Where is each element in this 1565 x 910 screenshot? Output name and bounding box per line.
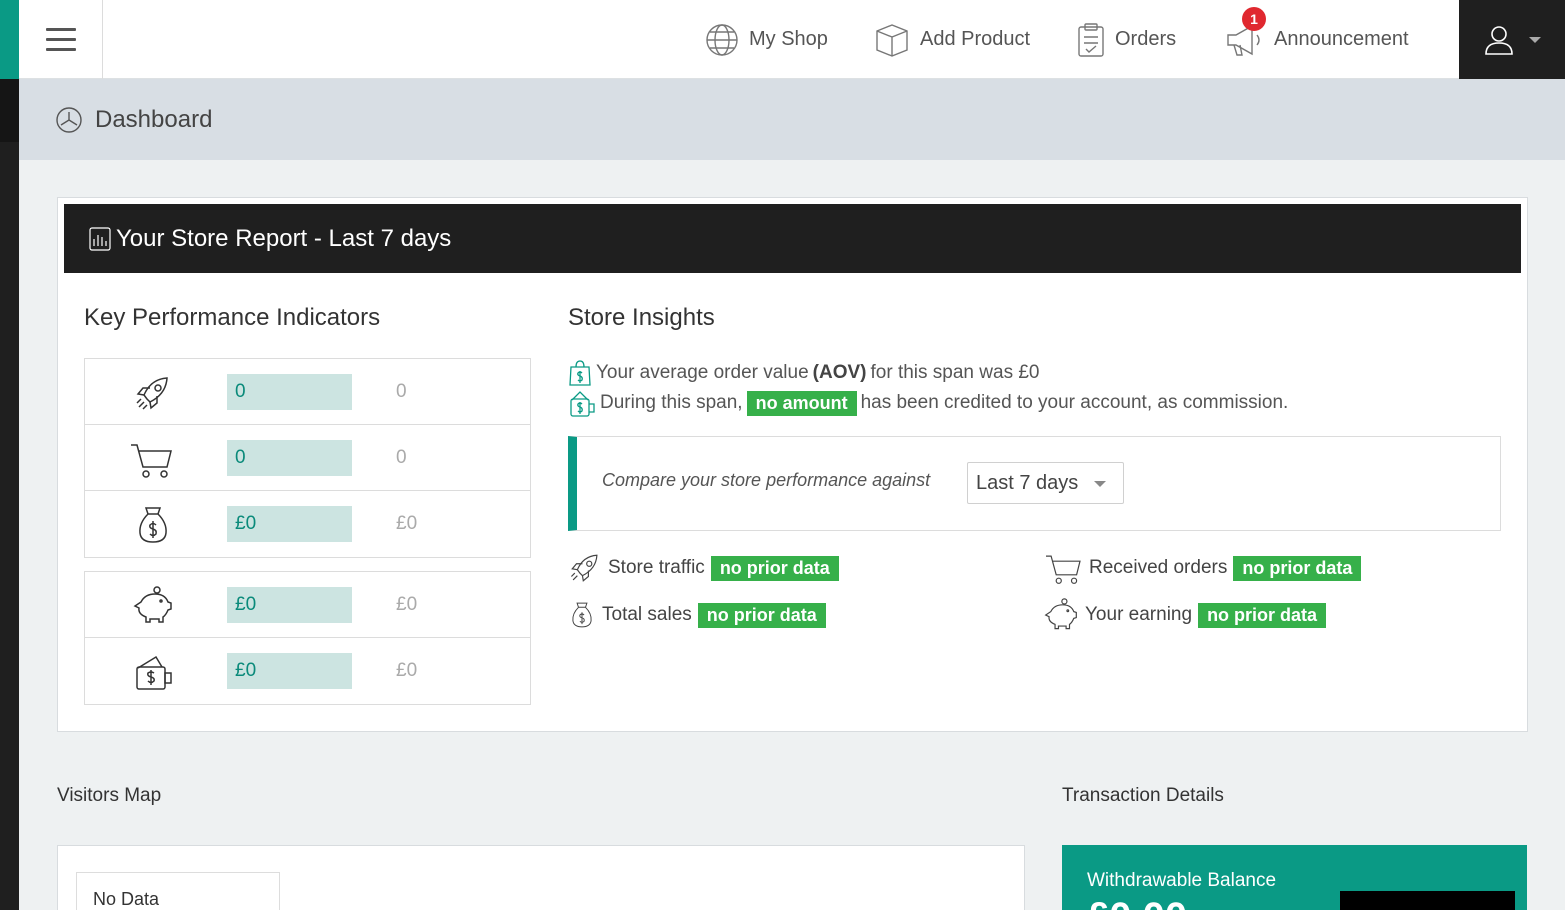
withdrawable-balance-label: Withdrawable Balance (1087, 870, 1277, 891)
wallet-icon (133, 652, 173, 692)
status-badge: no prior data (1233, 555, 1362, 581)
nav-my-shop[interactable]: My Shop (705, 0, 828, 79)
nav-announcement[interactable]: 1 Announcement (1224, 0, 1409, 79)
compare-period-value: Last 7 days (976, 471, 1079, 494)
aov-bold: (AOV) (812, 362, 867, 383)
report-chart-icon (89, 226, 111, 251)
piggy-bank-icon (133, 586, 173, 626)
compare-store-traffic-label: Store traffic (608, 557, 705, 578)
store-report-title: Your Store Report - Last 7 days (116, 224, 452, 252)
globe-icon (706, 23, 738, 56)
kpi-row-orders: 0 0 (85, 425, 530, 491)
kpi-value: 0 (227, 374, 352, 410)
money-bag-icon (133, 505, 173, 545)
dashboard-icon (56, 106, 82, 133)
compare-received-orders: Received orders no prior data (1043, 551, 1362, 585)
rocket-icon (133, 373, 173, 413)
kpi-value: 0 (227, 440, 352, 476)
cart-icon (1046, 555, 1081, 584)
kpi-value: £0 (227, 506, 352, 542)
kpi-table-earnings: £0 £0 £0 £0 (84, 571, 531, 705)
status-badge: no prior data (710, 555, 839, 581)
commission-insight: During this span, no amount has been cre… (568, 388, 1288, 418)
kpi-previous: £0 (396, 594, 418, 615)
commission-suffix: has been credited to your account, as co… (860, 392, 1289, 413)
compare-label: Compare your store performance against (602, 470, 931, 490)
money-bag-icon (570, 391, 595, 417)
left-rail-accent (0, 0, 19, 79)
nav-orders[interactable]: Orders (1077, 0, 1176, 79)
kpi-table-primary: 0 0 0 0 £0 £0 (84, 358, 531, 558)
visitors-map-card: No Data (57, 845, 1025, 910)
breadcrumb: Dashboard (19, 79, 1565, 160)
user-icon (1485, 25, 1513, 55)
insights-title: Store Insights (568, 304, 715, 331)
transaction-details-title: Transaction Details (1062, 785, 1224, 806)
withdrawable-balance-card: Withdrawable Balance £0.00 (1062, 845, 1527, 910)
kpi-previous: £0 (396, 513, 418, 534)
nav-my-shop-label: My Shop (749, 28, 828, 50)
kpi-value: £0 (227, 587, 352, 623)
compare-received-orders-label: Received orders (1089, 557, 1228, 578)
top-header: My Shop Add Product Orders 1 Announcemen… (19, 0, 1565, 79)
kpi-previous: 0 (396, 381, 407, 402)
withdraw-button[interactable] (1340, 891, 1515, 910)
menu-icon-bar (45, 28, 76, 31)
kpi-row-sales: £0 £0 (85, 491, 530, 557)
visitors-map-title: Visitors Map (57, 785, 162, 806)
chevron-down-icon (1094, 481, 1106, 487)
left-rail-dark (0, 79, 19, 142)
withdrawable-balance-amount: £0.00 (1087, 895, 1187, 910)
shopping-bag-icon (569, 360, 591, 386)
rocket-icon (570, 554, 598, 582)
nav-announcement-label: Announcement (1274, 28, 1409, 50)
kpi-value: £0 (227, 653, 352, 689)
kpi-row-traffic: 0 0 (85, 359, 530, 425)
announcement-badge: 1 (1242, 7, 1266, 31)
aov-prefix: Your average order value (596, 362, 809, 383)
compare-panel: Compare your store performance against L… (568, 436, 1501, 531)
chevron-down-icon (1529, 36, 1541, 43)
kpi-previous: £0 (396, 660, 418, 681)
page-title: Dashboard (95, 105, 213, 133)
compare-your-earning-label: Your earning (1085, 604, 1193, 625)
kpi-previous: 0 (396, 447, 407, 468)
compare-store-traffic: Store traffic no prior data (568, 551, 839, 585)
aov-insight: Your average order value (AOV) for this … (568, 359, 1039, 387)
left-rail (0, 0, 19, 910)
store-report-header: Your Store Report - Last 7 days (64, 204, 1521, 273)
compare-period-select[interactable]: Last 7 days (967, 462, 1124, 504)
box-icon (876, 23, 908, 57)
status-badge: no prior data (697, 602, 826, 628)
kpi-row-earning: £0 £0 (85, 572, 530, 638)
menu-icon-bar (45, 48, 76, 51)
commission-pill: no amount (746, 390, 857, 416)
menu-toggle-button[interactable] (19, 0, 103, 79)
status-badge: no prior data (1198, 602, 1327, 628)
commission-prefix: During this span, (600, 392, 743, 413)
kpi-title: Key Performance Indicators (84, 304, 381, 331)
nav-add-product-label: Add Product (920, 28, 1031, 50)
store-report-card: Your Store Report - Last 7 days Key Perf… (57, 197, 1528, 732)
money-bag-icon (572, 602, 592, 628)
user-menu-button[interactable] (1459, 0, 1565, 79)
piggy-bank-icon (1044, 598, 1077, 630)
clipboard-icon (1078, 22, 1104, 57)
compare-total-sales-label: Total sales (602, 604, 692, 625)
cart-icon (131, 439, 173, 479)
aov-suffix: for this span was £0 (870, 362, 1040, 383)
compare-total-sales: Total sales no prior data (568, 598, 826, 632)
menu-icon-bar (45, 38, 76, 41)
nav-orders-label: Orders (1115, 28, 1177, 50)
compare-your-earning: Your earning no prior data (1043, 598, 1327, 632)
nav-add-product[interactable]: Add Product (874, 0, 1030, 79)
kpi-row-commission: £0 £0 (85, 638, 530, 704)
no-data-message: No Data (76, 872, 280, 910)
